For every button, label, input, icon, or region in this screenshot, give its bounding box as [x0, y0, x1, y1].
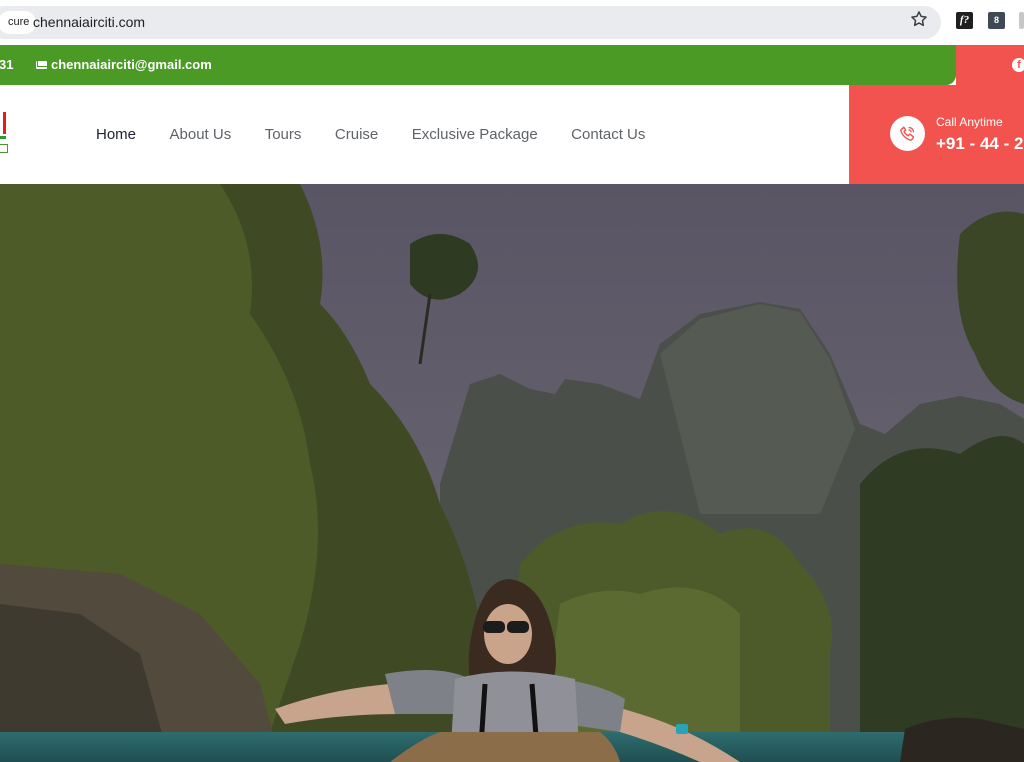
extension-book-icon[interactable]: 8: [988, 12, 1005, 29]
main-nav: Home About Us Tours Cruise Exclusive Pac…: [96, 85, 679, 184]
browser-toolbar: cure chennaiairciti.com f? 8: [0, 0, 1024, 45]
topbar-social-panel: f: [956, 45, 1024, 85]
phone-icon: [890, 116, 925, 151]
security-indicator[interactable]: cure: [0, 11, 37, 34]
url-text[interactable]: chennaiairciti.com: [33, 6, 145, 39]
hero-scene: [0, 184, 1024, 762]
topbar-green-panel: 31 chennaiairciti@gmail.com: [0, 45, 956, 85]
contact-topbar: 31 chennaiairciti@gmail.com f: [0, 45, 1024, 85]
mail-icon: [36, 61, 47, 69]
bookmark-star-icon[interactable]: [909, 9, 929, 29]
address-bar[interactable]: cure chennaiairciti.com: [0, 6, 941, 39]
nav-item-contact-us[interactable]: Contact Us: [571, 126, 645, 143]
call-number[interactable]: +91 - 44 - 2: [936, 134, 1023, 154]
hero-banner-image: [0, 184, 1024, 762]
site-header: Home About Us Tours Cruise Exclusive Pac…: [0, 85, 1024, 184]
extension-partial-icon[interactable]: [1019, 12, 1024, 29]
topbar-phone[interactable]: 31: [0, 45, 13, 85]
topbar-email[interactable]: chennaiairciti@gmail.com: [51, 45, 212, 85]
nav-item-tours[interactable]: Tours: [265, 126, 302, 143]
nav-item-home[interactable]: Home: [96, 126, 136, 143]
nav-item-about-us[interactable]: About Us: [170, 126, 232, 143]
nav-item-exclusive-package[interactable]: Exclusive Package: [412, 126, 538, 143]
call-anytime-box[interactable]: Call Anytime +91 - 44 - 2: [849, 85, 1024, 184]
facebook-icon[interactable]: f: [1012, 58, 1024, 72]
call-label: Call Anytime: [936, 115, 1003, 129]
extension-fq-icon[interactable]: f?: [956, 12, 973, 29]
nav-item-cruise[interactable]: Cruise: [335, 126, 378, 143]
site-logo[interactable]: [0, 112, 10, 156]
